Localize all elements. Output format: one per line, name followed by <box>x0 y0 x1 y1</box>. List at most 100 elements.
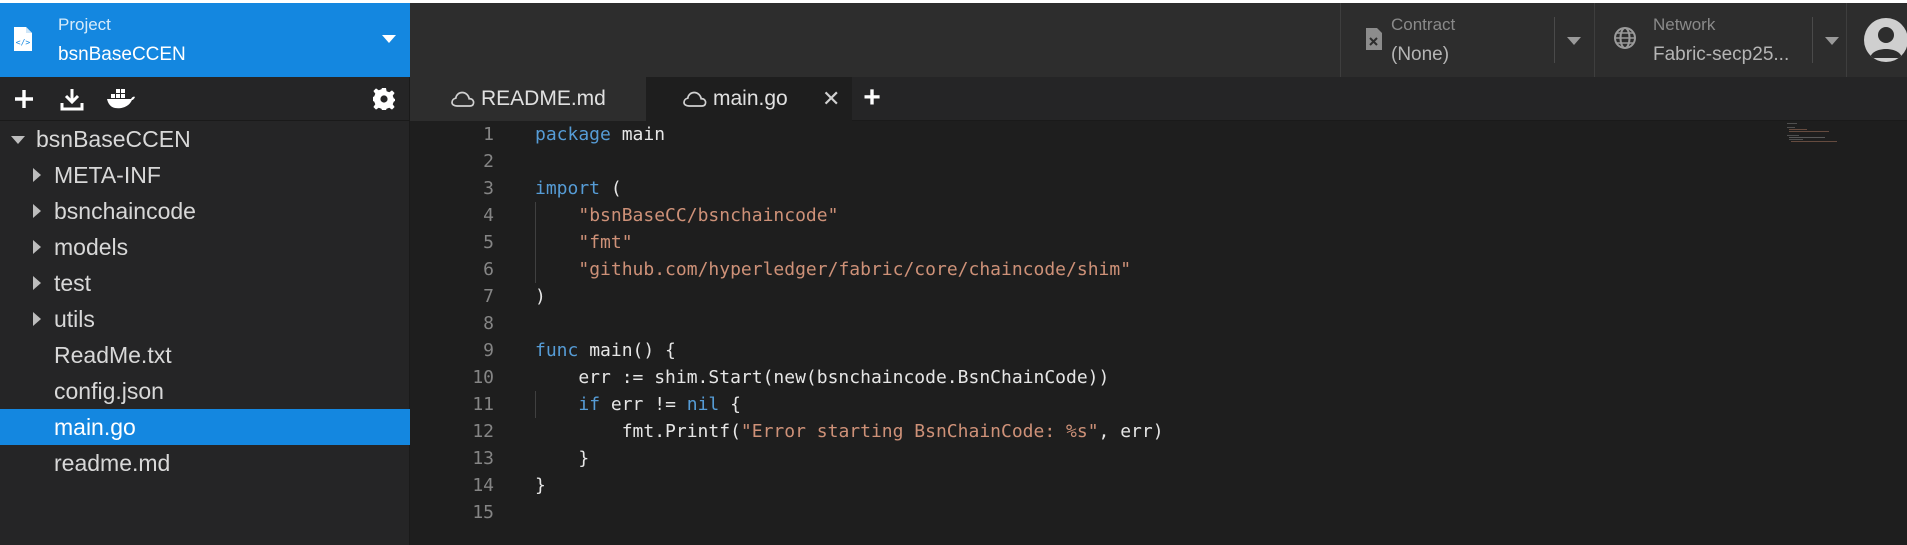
tree-item-label: ReadMe.txt <box>54 342 172 368</box>
tree-item-bsnchaincode[interactable]: bsnchaincode <box>0 193 410 229</box>
line-number: 13 <box>472 448 494 469</box>
line-number: 14 <box>472 475 494 496</box>
divider <box>1554 17 1555 63</box>
code-line[interactable]: fmt.Printf("Error starting BsnChainCode:… <box>535 418 1164 445</box>
avatar[interactable] <box>1864 18 1907 62</box>
code-line[interactable] <box>535 148 1164 175</box>
chevron-down-icon[interactable] <box>1567 37 1581 45</box>
line-number: 9 <box>483 340 494 361</box>
divider <box>1812 17 1813 63</box>
code-token: ( <box>600 178 622 199</box>
add-tab-button[interactable]: + <box>857 77 887 121</box>
code-line[interactable]: if err != nil { <box>535 391 1164 418</box>
code-line[interactable] <box>535 310 1164 337</box>
project-selector[interactable]: </> Project bsnBaseCCEN <box>0 3 410 77</box>
tab-readme-md[interactable]: README.md <box>410 77 647 121</box>
tree-item-readme-txt[interactable]: ReadMe.txt <box>0 337 410 373</box>
close-icon[interactable]: ✕ <box>822 77 840 121</box>
line-number: 6 <box>483 259 494 280</box>
tree-item-label: config.json <box>54 378 164 404</box>
code-area[interactable]: package main import ( "bsnBaseCC/bsnchain… <box>535 121 1164 526</box>
code-file-icon: </> <box>14 27 32 51</box>
line-number: 12 <box>472 421 494 442</box>
caret-right-icon[interactable] <box>33 240 41 254</box>
tree-item-label: META-INF <box>54 162 161 188</box>
tree-item-meta-inf[interactable]: META-INF <box>0 157 410 193</box>
code-string: "bsnBaseCC/bsnchaincode" <box>578 205 839 226</box>
tree-item-models[interactable]: models <box>0 229 410 265</box>
line-number: 11 <box>472 394 494 415</box>
code-line[interactable]: "fmt" <box>535 229 1164 256</box>
tree-item-utils[interactable]: utils <box>0 301 410 337</box>
line-number: 15 <box>472 502 494 523</box>
caret-right-icon[interactable] <box>33 168 41 182</box>
chevron-down-icon[interactable] <box>382 35 396 43</box>
tree-item-readme-md[interactable]: readme.md <box>0 445 410 481</box>
tree-item-label: main.go <box>54 414 136 440</box>
network-value: Fabric-secp25... <box>1653 44 1790 65</box>
caret-right-icon[interactable] <box>33 204 41 218</box>
tree-item-config-json[interactable]: config.json <box>0 373 410 409</box>
contract-selector[interactable]: Contract (None) <box>1340 3 1593 77</box>
code-line[interactable]: "github.com/hyperledger/fabric/core/chai… <box>535 256 1164 283</box>
code-string: "github.com/hyperledger/fabric/core/chai… <box>578 259 1132 280</box>
code-token: { <box>719 394 741 415</box>
line-number: 4 <box>483 205 494 226</box>
code-token: } <box>535 448 590 469</box>
download-icon[interactable] <box>59 86 85 112</box>
code-token: , err) <box>1098 421 1164 442</box>
code-editor[interactable]: 1 2 3 4 5 6 7 8 9 10 11 12 13 14 15 package main import… <box>410 121 1907 545</box>
caret-right-icon[interactable] <box>33 312 41 326</box>
tree-item-label: test <box>54 270 92 296</box>
caret-right-icon[interactable] <box>33 276 41 290</box>
caret-down-icon[interactable] <box>11 136 25 144</box>
line-number: 1 <box>483 124 494 145</box>
tab-main-go[interactable]: main.go ✕ <box>647 77 852 121</box>
tree-item-bsnbaseccen[interactable]: bsnBaseCCEN <box>0 121 410 157</box>
line-number: 10 <box>472 367 494 388</box>
code-string: "fmt" <box>578 232 633 253</box>
line-number-gutter: 1 2 3 4 5 6 7 8 9 10 11 12 13 14 15 <box>410 121 500 526</box>
code-line[interactable]: package main <box>535 121 1164 148</box>
network-selector[interactable]: Network Fabric-secp25... <box>1594 3 1846 77</box>
project-name: bsnBaseCCEN <box>58 44 186 65</box>
code-line[interactable]: func main() { <box>535 337 1164 364</box>
network-caption: Network <box>1653 15 1716 34</box>
code-line[interactable]: err := shim.Start(new(bsnchaincode.BsnCh… <box>535 364 1164 391</box>
tree-item-label: models <box>54 234 129 260</box>
account-button[interactable] <box>1846 3 1907 77</box>
minimap[interactable] <box>1785 121 1845 151</box>
code-line[interactable]: ) <box>535 283 1164 310</box>
tree-item-main-go[interactable]: main.go <box>0 409 410 445</box>
tree-item-label: bsnchaincode <box>54 198 196 224</box>
code-keyword: func <box>535 340 579 361</box>
svg-text:</>: </> <box>16 38 31 47</box>
code-token: ) <box>535 286 546 307</box>
tree-item-test[interactable]: test <box>0 265 410 301</box>
contract-value: (None) <box>1391 44 1450 65</box>
code-string: "Error starting BsnChainCode: %s" <box>740 421 1099 442</box>
file-explorer: bsnBaseCCEN META-INF bsnchaincode models… <box>0 77 410 545</box>
tree-item-label: readme.md <box>54 450 171 476</box>
indent-guide <box>535 391 536 418</box>
code-token: } <box>535 475 546 496</box>
editor-tabbar: README.md main.go ✕ + <box>410 77 1907 121</box>
code-line[interactable]: import ( <box>535 175 1164 202</box>
contract-file-icon <box>1366 28 1382 50</box>
code-line[interactable] <box>535 499 1164 526</box>
code-line[interactable]: } <box>535 445 1164 472</box>
docker-icon[interactable] <box>106 86 136 112</box>
tab-label: README.md <box>481 87 606 110</box>
indent-guide <box>535 229 536 256</box>
code-keyword: package <box>535 124 611 145</box>
code-token: err != <box>600 394 687 415</box>
code-line[interactable]: } <box>535 472 1164 499</box>
chevron-down-icon[interactable] <box>1825 37 1839 45</box>
code-line[interactable]: "bsnBaseCC/bsnchaincode" <box>535 202 1164 229</box>
plus-icon[interactable] <box>11 86 37 112</box>
code-token: main() { <box>578 340 676 361</box>
gear-icon[interactable] <box>371 86 397 112</box>
code-keyword: import <box>535 178 601 199</box>
